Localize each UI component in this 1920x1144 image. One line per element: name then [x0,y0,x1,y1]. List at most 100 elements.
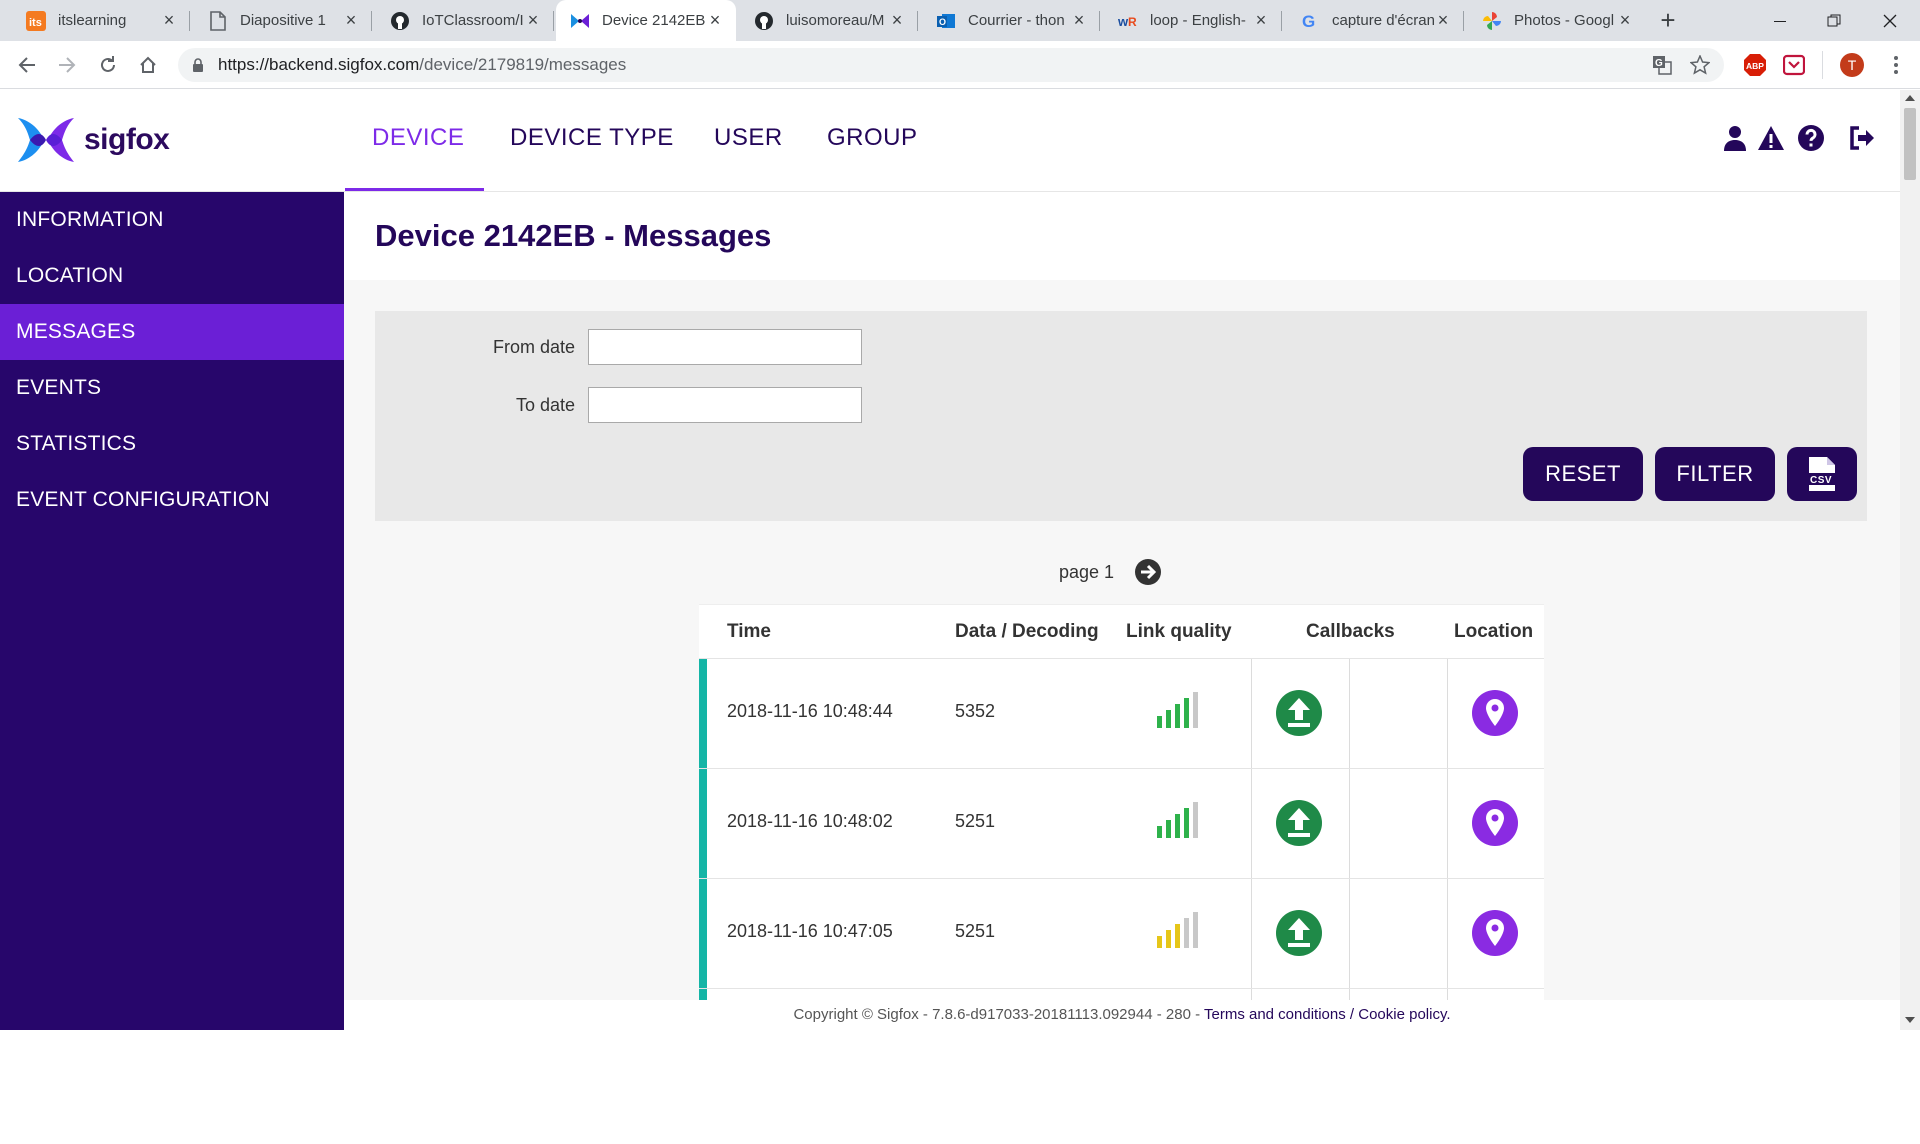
document-icon [208,10,228,31]
close-window-button[interactable] [1862,0,1918,41]
column-divider [1251,989,1252,1000]
browser-tab-itslearning[interactable]: its itslearning × [12,0,190,41]
sidebar-item-event-configuration[interactable]: EVENT CONFIGURATION [0,472,344,528]
column-divider [1447,989,1448,1000]
user-icon[interactable] [1721,124,1749,152]
cell-time: 2018-11-16 10:47:05 [727,921,893,941]
back-arrow-icon[interactable] [13,51,41,79]
filter-button[interactable]: FILTER [1655,447,1775,501]
table-row: 2018-11-16 10:48:02 5251 [699,768,1544,879]
sidebar-item-information[interactable]: INFORMATION [0,192,344,248]
signal-strength-icon [1157,692,1198,728]
nav-tab-device[interactable]: DEVICE [372,124,464,152]
svg-text:G: G [1302,12,1315,31]
signal-bar [1175,924,1180,948]
svg-text:R: R [1128,15,1137,29]
browser-tab-iotclassroom[interactable]: IoTClassroom/I × [376,0,554,41]
browser-tab-google[interactable]: G capture d'écran × [1286,0,1464,41]
csv-label: CSV [1810,475,1832,486]
pocket-icon[interactable] [1780,51,1808,79]
browser-tab-outlook[interactable]: O Courrier - thon × [922,0,1100,41]
callback-upload-icon[interactable] [1275,909,1323,957]
browser-tab-luisomoreau[interactable]: luisomoreau/M × [740,0,918,41]
new-tab-button[interactable]: + [1654,6,1682,34]
csv-export-button[interactable]: CSV [1787,447,1857,501]
table-row: 2018-11-16 10:48:44 5352 [699,658,1544,769]
location-pin-icon[interactable] [1471,689,1519,737]
scrollbar-thumb[interactable] [1904,108,1916,180]
close-tab-icon[interactable]: × [342,11,360,29]
restore-button[interactable] [1806,0,1862,41]
column-divider [1349,659,1350,769]
from-date-input[interactable] [588,329,862,365]
browser-tab-strip: its itslearning × Diapositive 1 × IoTCla… [0,0,1920,41]
bookmark-star-icon[interactable] [1690,55,1710,75]
location-pin-icon[interactable] [1471,799,1519,847]
translate-icon[interactable]: G [1652,55,1672,75]
close-tab-icon[interactable]: × [1616,11,1634,29]
scroll-up-arrow-icon[interactable] [1905,95,1915,101]
close-tab-icon[interactable]: × [524,11,542,29]
page-title: Device 2142EB - Messages [375,218,772,253]
url-text: https://backend.sigfox.com/device/217981… [218,55,626,75]
reset-button[interactable]: RESET [1523,447,1643,501]
next-page-arrow-icon[interactable] [1134,558,1162,586]
column-divider [1447,879,1448,989]
browser-tab-wordreference[interactable]: wR loop - English- × [1104,0,1282,41]
browser-tab-device-active[interactable]: Device 2142EB × [556,0,736,41]
column-divider [1251,879,1252,989]
menu-kebab-icon[interactable] [1882,51,1910,79]
sigfox-logo[interactable]: sigfox [16,114,170,166]
column-divider [1251,659,1252,769]
close-tab-icon[interactable]: × [1070,11,1088,29]
signal-bar [1184,698,1189,728]
close-tab-icon[interactable]: × [888,11,906,29]
callback-upload-icon[interactable] [1275,689,1323,737]
logo-text: sigfox [84,123,170,156]
close-tab-icon[interactable]: × [160,11,178,29]
table-row: 2018-11-16 10:47:05 5251 [699,878,1544,989]
sidebar-item-events[interactable]: EVENTS [0,360,344,416]
reload-icon[interactable] [94,51,122,79]
nav-tab-user[interactable]: USER [714,124,783,152]
alert-icon[interactable] [1757,124,1785,152]
profile-avatar[interactable]: T [1838,51,1866,79]
nav-tab-group[interactable]: GROUP [827,124,918,152]
terms-link[interactable]: Terms and conditions [1204,1006,1346,1023]
signal-bar [1166,820,1171,838]
app-header: sigfox DEVICE DEVICE TYPE USER GROUP [0,90,1900,192]
sidebar-item-statistics[interactable]: STATISTICS [0,416,344,472]
address-bar[interactable]: https://backend.sigfox.com/device/217981… [178,48,1724,82]
logout-icon[interactable] [1848,124,1876,152]
close-tab-icon[interactable]: × [706,11,724,29]
row-status-marker [699,879,707,989]
adblock-icon[interactable]: ABP [1741,51,1769,79]
profile-initial: T [1840,53,1864,77]
column-divider [1349,769,1350,879]
callback-upload-icon[interactable] [1275,799,1323,847]
close-tab-icon[interactable]: × [1252,11,1270,29]
column-header-time: Time [727,621,772,642]
signal-bar [1193,912,1198,948]
browser-tab-diapositive[interactable]: Diapositive 1 × [194,0,372,41]
nav-active-underline [345,188,484,191]
close-tab-icon[interactable]: × [1434,11,1452,29]
sidebar-item-location[interactable]: LOCATION [0,248,344,304]
help-icon[interactable] [1797,124,1825,152]
nav-tab-device-type[interactable]: DEVICE TYPE [510,124,674,152]
forward-arrow-icon[interactable] [53,51,81,79]
row-status-marker [699,769,707,879]
browser-tab-photos[interactable]: Photos - Googl × [1468,0,1646,41]
row-status-marker [699,659,707,769]
minimize-button[interactable] [1752,0,1808,41]
cookie-policy-link[interactable]: Cookie policy. [1358,1006,1450,1023]
wordreference-icon: wR [1118,11,1138,31]
to-date-input[interactable] [588,387,862,423]
page-scrollbar[interactable] [1900,90,1920,1030]
home-icon[interactable] [134,51,162,79]
sidebar-item-messages[interactable]: MESSAGES [0,304,344,360]
location-pin-icon[interactable] [1471,909,1519,957]
scroll-down-arrow-icon[interactable] [1905,1017,1915,1023]
adblock-label: ABP [1746,61,1764,71]
google-icon: G [1300,11,1320,31]
